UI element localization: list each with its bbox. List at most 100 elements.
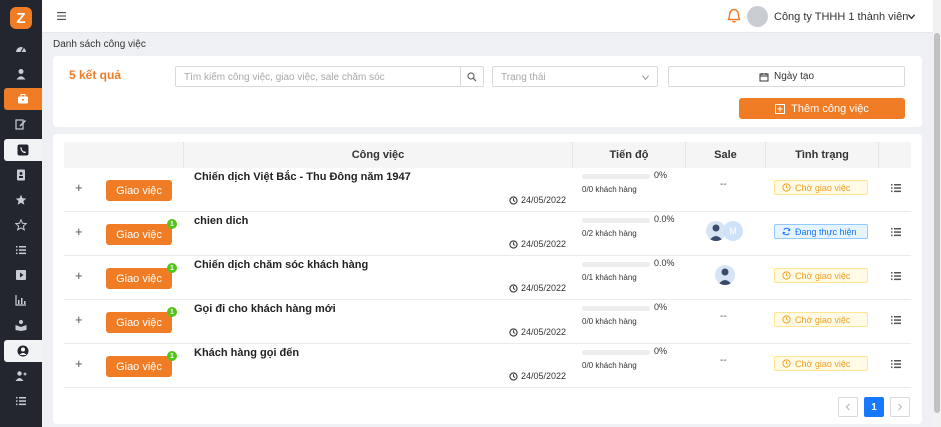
assign-button[interactable]: Giao việc [106, 180, 172, 201]
task-name[interactable]: Khách hàng gọi đến [194, 347, 299, 359]
briefcase-icon [18, 94, 28, 104]
sidebar-item-knowledge[interactable] [0, 314, 42, 336]
book-icon [15, 320, 27, 331]
progress-customers: 0/0 khách hàng [582, 317, 637, 326]
prev-page-button[interactable] [838, 397, 858, 417]
count-badge: 1 [167, 219, 177, 229]
progress-bar [582, 306, 650, 311]
sale-avatar[interactable] [715, 265, 735, 285]
sidebar-item-profile[interactable] [4, 340, 42, 362]
row-menu-icon[interactable] [891, 227, 901, 237]
sidebar-item-dashboard[interactable] [0, 38, 42, 60]
header-actions [878, 142, 911, 168]
sale-avatar-initial[interactable]: M [723, 221, 743, 241]
expand-icon[interactable]: + [75, 224, 83, 239]
sidebar-item-reports[interactable] [0, 289, 42, 311]
row-menu-icon[interactable] [891, 359, 901, 369]
count-badge: 1 [167, 263, 177, 273]
sidebar-item-tasks[interactable] [4, 88, 42, 110]
table-row[interactable]: + Giao việc Chiến dịch Việt Bắc - Thu Đô… [64, 168, 911, 212]
app-logo[interactable]: Z [10, 7, 32, 29]
star-filled-icon [15, 194, 27, 205]
row-menu-icon[interactable] [891, 271, 901, 281]
clock-icon [509, 283, 518, 293]
filter-panel: 5 kết quả Tìm kiếm công việc, giao việc,… [53, 56, 922, 127]
expand-icon[interactable]: + [75, 312, 83, 327]
row-menu-icon[interactable] [891, 183, 901, 193]
breadcrumb: Danh sách công việc [53, 39, 146, 50]
progress-percent: 0.0% [654, 258, 675, 268]
bell-icon[interactable] [727, 8, 741, 24]
assign-button[interactable]: Giao việc [106, 224, 172, 245]
task-date-text: 24/05/2022 [521, 371, 567, 381]
next-page-button[interactable] [890, 397, 910, 417]
created-date-filter[interactable]: Ngày tạo [668, 66, 905, 87]
scrollbar-thumb[interactable] [934, 33, 940, 413]
company-name[interactable]: Công ty THHH 1 thành viên [774, 11, 908, 23]
hamburger-menu-icon[interactable] [56, 10, 68, 22]
table-row[interactable]: + Giao việc 1 Gọi đi cho khách hàng mới … [64, 300, 911, 344]
status-badge: Chờ giao việc [774, 356, 868, 371]
page-scrollbar[interactable] [933, 0, 941, 427]
task-name[interactable]: chien dich [194, 215, 248, 227]
task-date-text: 24/05/2022 [521, 283, 567, 293]
sidebar-item-notes[interactable] [0, 113, 42, 135]
status-text: Đang thực hiện [795, 226, 857, 237]
sync-icon [782, 227, 791, 236]
page-button-current[interactable]: 1 [864, 397, 884, 417]
status-placeholder: Trạng thái [501, 72, 546, 83]
search-placeholder: Tìm kiếm công việc, giao việc, sale chăm… [184, 72, 385, 83]
row-menu-icon[interactable] [891, 315, 901, 325]
search-icon [467, 71, 477, 81]
plus-square-icon [775, 103, 786, 114]
table-row[interactable]: + Giao việc 1 Chiến dịch chăm sóc khách … [64, 256, 911, 300]
header-status: Tình trạng [765, 142, 878, 168]
add-task-button[interactable]: Thêm công việc [739, 98, 905, 119]
sidebar-item-details[interactable] [0, 390, 42, 412]
progress-bar [582, 174, 650, 179]
account-avatar[interactable] [747, 6, 768, 27]
count-badge: 1 [167, 351, 177, 361]
expand-icon[interactable]: + [75, 268, 83, 283]
assign-button[interactable]: Giao việc [106, 268, 172, 289]
count-badge: 1 [167, 307, 177, 317]
task-date: 24/05/2022 [509, 195, 566, 205]
sidebar-item-user[interactable] [0, 63, 42, 85]
table-row[interactable]: + Giao việc 1 Khách hàng gọi đến 24/05/2… [64, 344, 911, 388]
clock-icon [782, 271, 791, 280]
task-name[interactable]: Chiến dịch chăm sóc khách hàng [194, 259, 368, 271]
chevron-down-icon[interactable] [907, 12, 916, 21]
sidebar-item-ratings[interactable] [0, 214, 42, 236]
assign-button[interactable]: Giao việc [106, 312, 172, 333]
sidebar-item-favorites[interactable] [0, 189, 42, 211]
sidebar-item-contacts[interactable] [0, 164, 42, 186]
status-text: Chờ giao việc [795, 358, 851, 369]
sale-empty: -- [720, 179, 727, 190]
status-select[interactable]: Trạng thái [492, 66, 658, 87]
sale-empty: -- [720, 311, 727, 322]
expand-icon[interactable]: + [75, 180, 83, 195]
chart-icon [15, 295, 26, 306]
task-name[interactable]: Chiến dịch Việt Bắc - Thu Đông năm 1947 [194, 171, 411, 183]
task-date: 24/05/2022 [509, 239, 566, 249]
chevron-left-icon [845, 403, 850, 411]
status-badge: Chờ giao việc [774, 312, 868, 327]
list-icon [16, 246, 26, 255]
sidebar-item-calls[interactable] [4, 139, 42, 161]
search-button[interactable] [460, 67, 483, 86]
task-name[interactable]: Gọi đi cho khách hàng mới [194, 303, 336, 315]
assign-button[interactable]: Giao việc [106, 356, 172, 377]
table-row[interactable]: + Giao việc 1 chien dich 24/05/2022 0.0%… [64, 212, 911, 256]
chevron-down-icon [641, 75, 650, 81]
phone-icon [17, 144, 29, 156]
progress-bar [582, 350, 650, 355]
expand-icon[interactable]: + [75, 356, 83, 371]
clock-icon [782, 359, 791, 368]
sidebar-item-media[interactable] [0, 264, 42, 286]
created-date-label: Ngày tạo [773, 71, 815, 82]
sidebar-item-add-user[interactable] [0, 365, 42, 387]
search-input[interactable]: Tìm kiếm công việc, giao việc, sale chăm… [175, 66, 484, 87]
add-task-label: Thêm công việc [791, 102, 869, 115]
sidebar-item-list[interactable] [0, 239, 42, 261]
sidebar: Z [0, 0, 42, 427]
